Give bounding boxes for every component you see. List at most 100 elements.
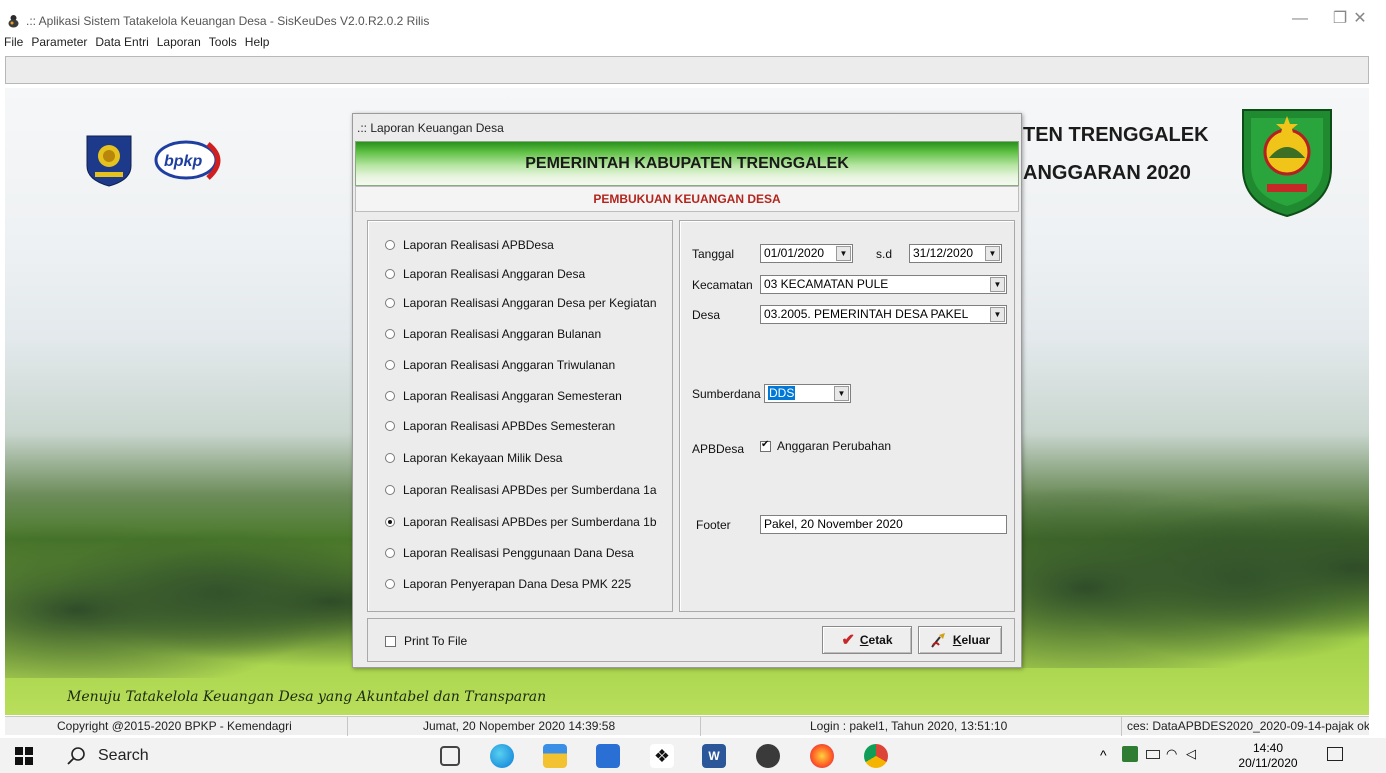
- radio-checked-icon[interactable]: [385, 517, 395, 527]
- checkmark-icon: ✔: [841, 632, 855, 649]
- report-option[interactable]: Laporan Realisasi APBDes Semesteran: [385, 419, 615, 433]
- taskbar-search[interactable]: Search: [50, 738, 422, 773]
- checkbox-checked-icon[interactable]: [760, 439, 771, 452]
- tanggal-to-picker[interactable]: 31/12/2020 ▼: [909, 244, 1002, 263]
- palm-trees-right: [1015, 468, 1369, 668]
- radio-icon[interactable]: [385, 269, 395, 279]
- status-copyright: Copyright @2015-2020 BPKP - Kemendagri: [5, 717, 348, 736]
- battery-icon[interactable]: [1146, 750, 1160, 759]
- volume-icon[interactable]: ◁: [1186, 746, 1196, 762]
- radio-icon[interactable]: [385, 360, 395, 370]
- close-button[interactable]: ✕: [1340, 8, 1380, 30]
- tray-app-icon[interactable]: [1122, 746, 1138, 762]
- clock[interactable]: 14:40 20/11/2020: [1238, 738, 1298, 773]
- search-icon: [67, 747, 85, 765]
- menu-parameter[interactable]: Parameter: [27, 33, 91, 51]
- report-option[interactable]: Laporan Penyerapan Dana Desa PMK 225: [385, 577, 631, 591]
- tanggal-from-picker[interactable]: 01/01/2020 ▼: [760, 244, 853, 263]
- dialog-title: .:: Laporan Keuangan Desa: [357, 121, 504, 135]
- dropdown-arrow-icon[interactable]: ▼: [985, 246, 1000, 261]
- dialog-banner-text: PEMERINTAH KABUPATEN TRENGGALEK: [525, 155, 849, 172]
- app-icon: [8, 15, 19, 28]
- radio-icon[interactable]: [385, 548, 395, 558]
- report-option[interactable]: Laporan Realisasi Penggunaan Dana Desa: [385, 546, 634, 560]
- siskeudes-app-icon[interactable]: [756, 744, 780, 768]
- toolbar-strip: [5, 56, 1369, 84]
- status-login: Login : pakel1, Tahun 2020, 13:51:10: [701, 717, 1122, 736]
- menu-tools[interactable]: Tools: [205, 33, 241, 51]
- report-option[interactable]: Laporan Kekayaan Milik Desa: [385, 451, 562, 465]
- firefox-icon[interactable]: [810, 744, 834, 768]
- file-explorer-icon[interactable]: [543, 744, 567, 768]
- dropdown-arrow-icon[interactable]: ▼: [834, 386, 849, 401]
- dialog-subtitle: PEMBUKUAN KEUANGAN DESA: [355, 186, 1019, 212]
- task-view-icon[interactable]: [440, 746, 460, 766]
- edge-browser-icon[interactable]: [490, 744, 514, 768]
- report-option[interactable]: Laporan Realisasi Anggaran Triwulanan: [385, 358, 615, 372]
- window-title: .:: Aplikasi Sistem Tatakelola Keuangan …: [26, 14, 430, 28]
- footer-label: Footer: [696, 518, 731, 532]
- menu-bar: File Parameter Data Entri Laporan Tools …: [0, 33, 273, 51]
- report-option[interactable]: Laporan Realisasi APBDes per Sumberdana …: [385, 483, 657, 497]
- report-option[interactable]: Laporan Realisasi Anggaran Semesteran: [385, 389, 622, 403]
- status-database: ces: DataAPBDES2020_2020-09-14-pajak ok: [1127, 719, 1369, 733]
- menu-help[interactable]: Help: [241, 33, 274, 51]
- report-parameters-panel: Tanggal 01/01/2020 ▼ s.d 31/12/2020 ▼ Ke…: [679, 220, 1015, 612]
- word-icon[interactable]: W: [702, 744, 726, 768]
- print-to-file-checkbox[interactable]: Print To File: [385, 634, 467, 648]
- bpkp-logo-text: bpkp: [164, 153, 202, 170]
- status-datetime: Jumat, 20 Nopember 2020 14:39:58: [348, 717, 701, 736]
- mail-icon[interactable]: [596, 744, 620, 768]
- minimize-button[interactable]: —: [1280, 8, 1320, 30]
- budget-year-heading: ANGGARAN 2020: [1023, 162, 1191, 184]
- radio-icon[interactable]: [385, 421, 395, 431]
- radio-icon[interactable]: [385, 298, 395, 308]
- report-option[interactable]: Laporan Realisasi APBDesa: [385, 238, 554, 252]
- report-option-selected[interactable]: Laporan Realisasi APBDes per Sumberdana …: [385, 515, 657, 529]
- kecamatan-label: Kecamatan: [692, 278, 753, 292]
- radio-icon[interactable]: [385, 485, 395, 495]
- report-option[interactable]: Laporan Realisasi Anggaran Bulanan: [385, 327, 601, 341]
- menu-data-entri[interactable]: Data Entri: [91, 33, 152, 51]
- windows-start-icon[interactable]: [14, 746, 34, 766]
- chrome-icon[interactable]: [864, 744, 888, 768]
- dropdown-arrow-icon[interactable]: ▼: [990, 277, 1005, 292]
- status-bar: Copyright @2015-2020 BPKP - Kemendagri J…: [5, 716, 1369, 736]
- menu-file[interactable]: File: [0, 33, 27, 51]
- dropbox-icon[interactable]: ❖: [650, 744, 674, 768]
- radio-icon[interactable]: [385, 391, 395, 401]
- keluar-button[interactable]: Keluar: [918, 626, 1002, 654]
- radio-icon[interactable]: [385, 329, 395, 339]
- sumberdana-select[interactable]: DDS ▼: [764, 384, 851, 403]
- exit-icon: [931, 633, 945, 648]
- report-option[interactable]: Laporan Realisasi Anggaran Desa per Kegi…: [385, 296, 657, 310]
- report-list-panel: Laporan Realisasi APBDesa Laporan Realis…: [367, 220, 673, 612]
- menu-laporan[interactable]: Laporan: [153, 33, 205, 51]
- apbdesa-label: APBDesa: [692, 442, 745, 456]
- radio-icon[interactable]: [385, 453, 395, 463]
- taskbar: Search ❖ W ^ ◠ ◁ 14:40 20/11/2020: [0, 738, 1386, 773]
- laporan-dialog: .:: Laporan Keuangan Desa PEMERINTAH KAB…: [352, 113, 1022, 668]
- sumberdana-label: Sumberdana: [692, 387, 761, 401]
- regency-heading: TEN TRENGGALEK: [1023, 124, 1209, 146]
- radio-icon[interactable]: [385, 240, 395, 250]
- notification-icon[interactable]: [1324, 738, 1348, 773]
- tanggal-label: Tanggal: [692, 247, 735, 261]
- report-option[interactable]: Laporan Realisasi Anggaran Desa: [385, 267, 585, 281]
- radio-icon[interactable]: [385, 579, 395, 589]
- checkbox-icon[interactable]: [385, 635, 396, 647]
- anggaran-perubahan-checkbox[interactable]: Anggaran Perubahan: [760, 439, 891, 453]
- chevron-up-icon[interactable]: ^: [1100, 747, 1107, 763]
- desa-select[interactable]: 03.2005. PEMERINTAH DESA PAKEL ▼: [760, 305, 1007, 324]
- bpkp-logo-icon: bpkp: [154, 140, 221, 180]
- dialog-bottom-panel: Print To File ✔ Cetak Keluar: [367, 618, 1015, 662]
- desa-label: Desa: [692, 308, 721, 322]
- wifi-icon[interactable]: ◠: [1166, 746, 1177, 762]
- dropdown-arrow-icon[interactable]: ▼: [836, 246, 851, 261]
- motto-text: Menuju Tatakelola Keuangan Desa yang Aku…: [67, 689, 547, 705]
- cetak-button[interactable]: ✔ Cetak: [822, 626, 912, 654]
- dropdown-arrow-icon[interactable]: ▼: [990, 307, 1005, 322]
- sd-label: s.d: [876, 247, 893, 261]
- footer-input[interactable]: Pakel, 20 November 2020: [760, 515, 1007, 534]
- kecamatan-select[interactable]: 03 KECAMATAN PULE ▼: [760, 275, 1007, 294]
